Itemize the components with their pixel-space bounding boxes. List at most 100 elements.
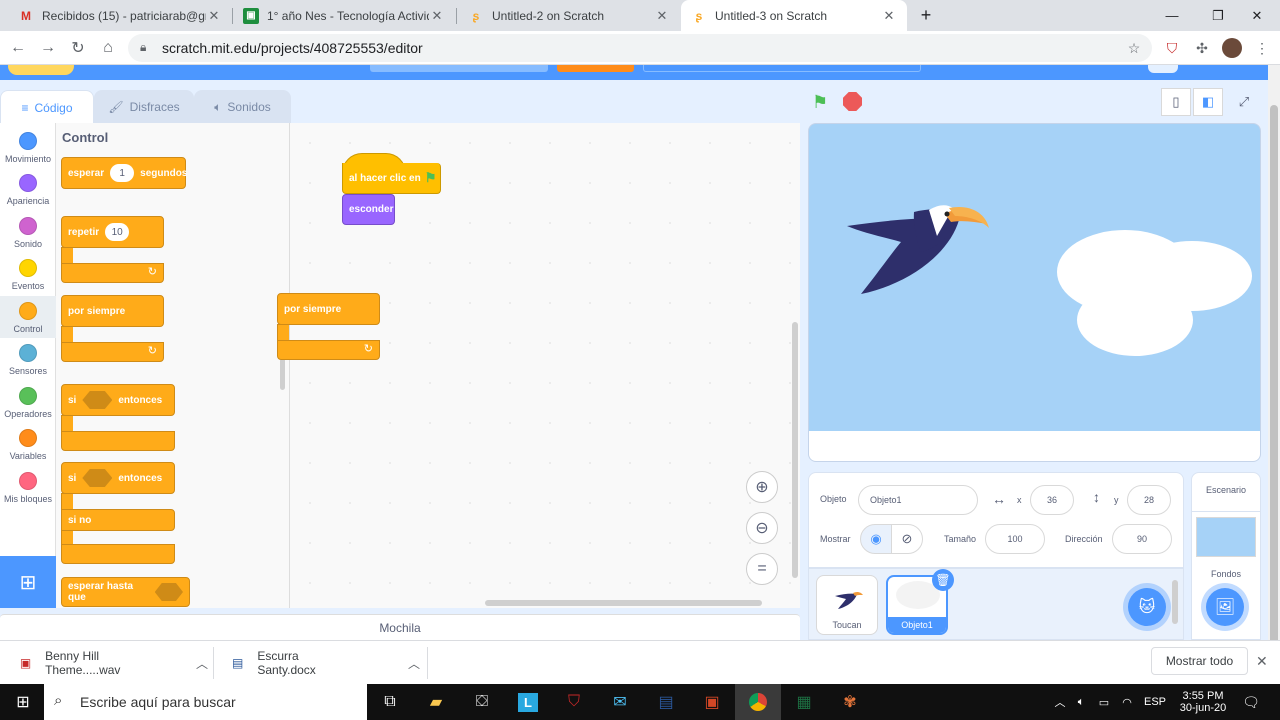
sprite-list-scrollbar[interactable] (1172, 580, 1178, 624)
zoom-reset-button[interactable]: = (746, 553, 778, 585)
tab-costumes[interactable]: 🖌︎ Disfraces (94, 90, 194, 124)
excel-icon[interactable]: ▦ (781, 684, 827, 720)
normal-stage-button[interactable]: ◧ (1193, 88, 1223, 116)
category-motion[interactable]: Movimiento (0, 126, 56, 168)
category-sound[interactable]: Sonido (0, 211, 56, 253)
show-all-downloads-button[interactable]: Mostrar todo (1151, 647, 1248, 675)
mcafee-icon[interactable]: ⛉ (551, 684, 597, 720)
store-icon[interactable]: ⛋ (459, 684, 505, 720)
task-view-icon[interactable]: ⧉ (367, 684, 413, 720)
category-events[interactable]: Eventos (0, 253, 56, 295)
profile-avatar[interactable] (1221, 37, 1243, 59)
account-avatar[interactable] (1148, 65, 1178, 73)
language-indicator[interactable]: ESP (1142, 684, 1168, 720)
taskbar-search-box[interactable]: ⌕ Escribe aquí para buscar (44, 684, 367, 720)
workspace-vertical-scrollbar[interactable] (792, 322, 798, 578)
share-button[interactable] (557, 65, 634, 72)
show-sprite-toggle[interactable]: ◉ (860, 524, 892, 554)
block-repeat[interactable]: repetir 10 (61, 216, 164, 248)
launcher-l-icon[interactable]: L (505, 684, 551, 720)
tab-sounds[interactable]: 🔈︎ Sonidos (194, 90, 291, 124)
backpack[interactable]: Mochila (0, 614, 800, 640)
condition-slot[interactable] (154, 583, 183, 601)
block-if-then[interactable]: si entonces (61, 384, 175, 416)
category-my-blocks[interactable]: Mis bloques (0, 466, 56, 508)
direction-input[interactable]: 90 (1112, 524, 1172, 554)
block-hide[interactable]: esconder (342, 194, 395, 225)
clock[interactable]: 3:55 PM 30-jun-20 (1172, 684, 1234, 720)
browser-tab-classroom[interactable]: ▣ 1° año Nes - Tecnología Activida ✕ (233, 0, 455, 31)
tab-code[interactable]: ≡ Código (0, 90, 94, 124)
volume-icon[interactable]: 🔈︎ (1072, 684, 1090, 720)
download-item-wav[interactable]: ▣ Benny Hill Theme.....wav ︿ (18, 641, 208, 685)
browser-tab-untitled-2[interactable]: ʂ Untitled-2 on Scratch ✕ (458, 0, 680, 31)
block-forever[interactable]: por siempre (61, 295, 164, 327)
block-forever-workspace[interactable]: por siempre (277, 293, 380, 325)
chevron-up-icon[interactable]: ︿ (408, 655, 420, 672)
block-input[interactable]: 10 (105, 223, 130, 241)
chrome-icon[interactable] (735, 684, 781, 720)
scratch-logo[interactable] (8, 65, 74, 75)
stage-canvas[interactable] (808, 123, 1261, 431)
zoom-in-button[interactable]: ⊕ (746, 471, 778, 503)
block-when-flag-clicked[interactable]: al hacer clic en ⚑ (342, 163, 441, 194)
palette-scrollbar[interactable] (280, 358, 285, 390)
green-flag-button[interactable]: ⚑ (812, 92, 834, 112)
powerpoint-icon[interactable]: ▣ (689, 684, 735, 720)
close-tab-icon[interactable]: ✕ (881, 8, 897, 24)
page-scrollbar[interactable] (1268, 65, 1280, 645)
wifi-icon[interactable]: ◠ (1118, 684, 1136, 720)
zoom-out-button[interactable]: ⊖ (746, 512, 778, 544)
minimize-button[interactable]: — (1149, 0, 1195, 31)
download-item-docx[interactable]: ▤ Escurra Santy.docx ︿ (230, 641, 420, 685)
file-explorer-icon[interactable]: ▰ (413, 684, 459, 720)
windows-start-icon[interactable]: ⊞ (0, 684, 46, 720)
delete-sprite-button[interactable]: 🗑︎ (932, 569, 954, 591)
back-icon[interactable]: ← (6, 36, 30, 60)
category-control[interactable]: Control (0, 296, 56, 338)
new-tab-button[interactable]: + (911, 0, 941, 31)
show-hidden-icons[interactable]: ︿ (1052, 684, 1068, 720)
block-wait-until[interactable]: esperar hasta que (61, 577, 190, 607)
sprite-thumb-toucan[interactable]: Toucan (816, 575, 878, 635)
close-download-bar-icon[interactable]: ✕ (1256, 653, 1268, 670)
condition-slot[interactable] (82, 391, 113, 409)
small-stage-button[interactable]: ▯ (1161, 88, 1191, 116)
notifications-icon[interactable]: 🗨︎ (1240, 684, 1262, 720)
forward-icon[interactable]: → (36, 36, 60, 60)
address-bar[interactable]: 🔒︎ scratch.mit.edu/projects/408725553/ed… (128, 34, 1152, 62)
fullscreen-button[interactable]: ⤢ (1229, 88, 1259, 116)
category-looks[interactable]: Apariencia (0, 168, 56, 210)
browser-tab-untitled-3[interactable]: ʂ Untitled-3 on Scratch ✕ (681, 0, 907, 31)
block-wait[interactable]: esperar 1 segundos (61, 157, 187, 189)
project-title-field[interactable] (370, 65, 548, 72)
reload-icon[interactable]: ↻ (66, 36, 90, 60)
category-sensing[interactable]: Sensores (0, 338, 56, 380)
category-variables[interactable]: Variables (0, 423, 56, 465)
extensions-puzzle-icon[interactable]: ✣ (1191, 37, 1213, 59)
mail-icon[interactable]: ✉ (597, 684, 643, 720)
condition-slot[interactable] (82, 469, 113, 487)
browser-menu-icon[interactable]: ⋮ (1251, 37, 1273, 59)
word-icon[interactable]: ▤ (643, 684, 689, 720)
y-position-input[interactable]: 28 (1127, 485, 1171, 515)
close-window-button[interactable]: ✕ (1234, 0, 1280, 31)
block-input[interactable]: 1 (110, 164, 135, 182)
close-tab-icon[interactable]: ✕ (206, 8, 222, 24)
x-position-input[interactable]: 36 (1030, 485, 1074, 515)
size-input[interactable]: 100 (985, 524, 1045, 554)
choose-backdrop-button[interactable]: 🖼︎ (1206, 588, 1244, 626)
sprite-name-input[interactable]: Objeto1 (858, 485, 978, 515)
block-if-else[interactable]: si entonces (61, 462, 175, 494)
app-paw-icon[interactable]: ✾ (827, 684, 873, 720)
category-operators[interactable]: Operadores (0, 381, 56, 423)
bookmark-star-icon[interactable]: ☆ (1123, 37, 1145, 59)
extension-shield-icon[interactable]: ⛉ (1161, 37, 1183, 59)
choose-sprite-button[interactable]: 🐱︎ (1128, 588, 1166, 626)
close-tab-icon[interactable]: ✕ (654, 8, 670, 24)
hide-sprite-toggle[interactable]: ⊘ (891, 524, 923, 554)
see-project-page-button[interactable] (643, 65, 921, 72)
close-tab-icon[interactable]: ✕ (429, 8, 445, 24)
add-extension-button[interactable]: ⊞ (0, 556, 56, 608)
chevron-up-icon[interactable]: ︿ (196, 655, 208, 672)
